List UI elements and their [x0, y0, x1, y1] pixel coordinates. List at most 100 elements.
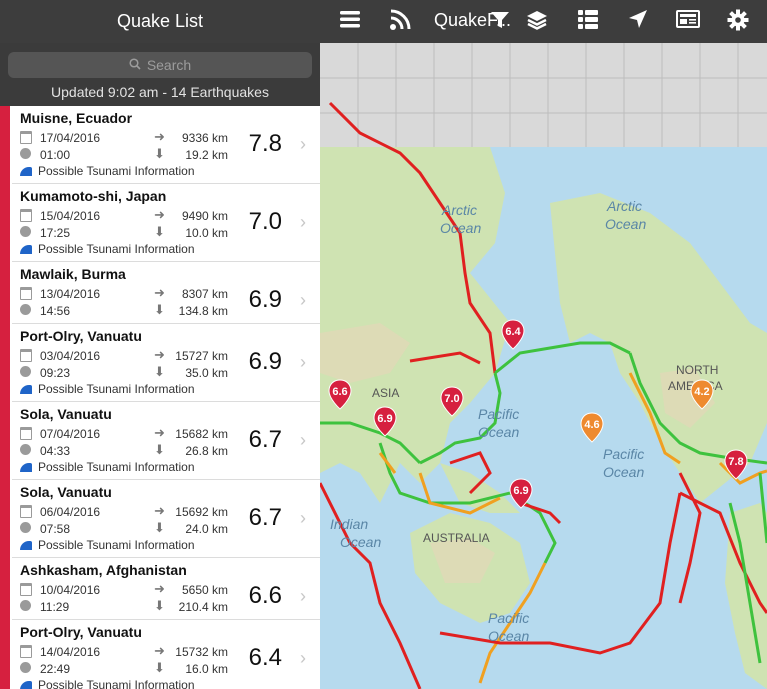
quake-row[interactable]: Mawlaik, Burma 13/04/2016 14:56 ➜ ⬇ 8307… — [12, 262, 320, 324]
quake-row[interactable]: Port-Olry, Vanuatu 03/04/2016 09:23 ➜ ⬇ … — [12, 324, 320, 402]
quake-distance: 9336 km — [181, 131, 228, 145]
panel-title: Quake List — [116, 11, 204, 31]
depth-arrow-icon: ⬇ — [154, 442, 165, 457]
calendar-icon — [20, 209, 32, 222]
distance-arrow-icon: ➜ — [154, 129, 165, 144]
pin-magnitude: 6.4 — [505, 326, 521, 338]
quake-depth: 10.0 km — [185, 226, 228, 240]
updated-status: Updated 9:02 am - 14 Earthquakes — [51, 84, 269, 100]
quake-depth: 19.2 km — [185, 148, 228, 162]
quake-pin[interactable]: 4.6 — [580, 412, 604, 443]
quake-row[interactable]: Muisne, Ecuador 17/04/2016 01:00 ➜ ⬇ 933… — [12, 106, 320, 184]
depth-arrow-icon: ⬇ — [154, 146, 165, 161]
quake-magnitude: 6.6 — [248, 582, 282, 609]
calendar-icon — [20, 349, 32, 362]
map-label-asia: ASIA — [372, 386, 399, 400]
quake-time: 11:29 — [40, 600, 70, 614]
rss-icon[interactable] — [387, 9, 413, 33]
map-label-north: NORTH — [676, 363, 718, 377]
clock-icon — [20, 304, 32, 316]
quake-magnitude: 6.9 — [248, 286, 282, 313]
tsunami-info: Possible Tsunami Information — [20, 678, 195, 689]
quake-time: 04:33 — [40, 444, 71, 458]
map-label-pacific-ocean: Ocean — [488, 628, 529, 644]
chevron-right-icon: › — [300, 508, 306, 528]
quake-time: 14:56 — [40, 304, 71, 318]
filter-icon[interactable] — [487, 9, 513, 33]
pin-magnitude: 7.8 — [728, 456, 743, 468]
depth-arrow-icon: ⬇ — [154, 598, 165, 613]
quake-row[interactable]: Port-Olry, Vanuatu 14/04/2016 22:49 ➜ ⬇ … — [12, 620, 320, 689]
quake-place: Port-Olry, Vanuatu — [20, 624, 142, 640]
tsunami-info: Possible Tsunami Information — [20, 382, 195, 396]
chevron-right-icon: › — [300, 586, 306, 606]
distance-arrow-icon: ➜ — [154, 503, 165, 518]
quake-date: 07/04/2016 — [40, 427, 101, 441]
chevron-right-icon: › — [300, 430, 306, 450]
quake-distance: 5650 km — [181, 583, 228, 597]
map-label-pacific: Pacific — [603, 446, 644, 462]
location-arrow-icon[interactable] — [625, 9, 651, 33]
quake-pin[interactable]: 6.9 — [509, 478, 533, 509]
map-label-arctic: Arctic — [606, 198, 642, 214]
tsunami-icon — [20, 541, 32, 551]
clock-icon — [20, 600, 32, 612]
news-icon[interactable] — [675, 9, 701, 33]
map-label-pacific: Pacific — [478, 406, 519, 422]
map-label-arctic-ocean: Ocean — [605, 216, 646, 232]
quake-place: Ashkasham, Afghanistan — [20, 562, 187, 578]
quake-row[interactable]: Sola, Vanuatu 06/04/2016 07:58 ➜ ⬇ 15692… — [12, 480, 320, 558]
map-label-arctic-ocean: Ocean — [440, 220, 481, 236]
tsunami-label: Possible Tsunami Information — [38, 382, 195, 396]
quake-time: 22:49 — [40, 662, 71, 676]
depth-arrow-icon: ⬇ — [154, 520, 165, 535]
tsunami-icon — [20, 245, 32, 255]
tsunami-icon — [20, 385, 32, 395]
layers-icon[interactable] — [524, 9, 550, 33]
pin-magnitude: 7.0 — [444, 393, 459, 405]
chevron-right-icon: › — [300, 352, 306, 372]
clock-icon — [20, 148, 32, 160]
map-label-indian-ocean: Ocean — [340, 534, 381, 550]
tsunami-icon — [20, 463, 32, 473]
quake-distance: 15692 km — [175, 505, 228, 519]
quake-magnitude: 6.7 — [248, 504, 282, 531]
quake-row[interactable]: Kumamoto-shi, Japan 15/04/2016 17:25 ➜ ⬇… — [12, 184, 320, 262]
quake-place: Sola, Vanuatu — [20, 406, 112, 422]
quake-date: 14/04/2016 — [40, 645, 101, 659]
calendar-icon — [20, 645, 32, 658]
map-label-australia: AUSTRALIA — [423, 531, 490, 545]
depth-arrow-icon: ⬇ — [154, 364, 165, 379]
clock-icon — [20, 662, 32, 674]
menu-icon[interactable] — [337, 9, 363, 33]
clock-icon — [20, 366, 32, 378]
list-icon[interactable] — [575, 9, 601, 33]
tsunami-info: Possible Tsunami Information — [20, 164, 195, 178]
tsunami-info: Possible Tsunami Information — [20, 538, 195, 552]
gear-icon[interactable] — [725, 9, 751, 33]
tsunami-label: Possible Tsunami Information — [38, 164, 195, 178]
quake-date: 15/04/2016 — [40, 209, 101, 223]
tsunami-label: Possible Tsunami Information — [38, 678, 195, 689]
distance-arrow-icon: ➜ — [154, 207, 165, 222]
clock-icon — [20, 226, 32, 238]
quake-pin[interactable]: 6.4 — [501, 319, 525, 350]
quake-date: 06/04/2016 — [40, 505, 101, 519]
map-label-pacific-ocean: Ocean — [603, 464, 644, 480]
quake-row[interactable]: Ashkasham, Afghanistan 10/04/2016 11:29 … — [12, 558, 320, 620]
world-map[interactable]: Arctic Ocean Arctic Ocean ASIA Pacific O… — [320, 43, 767, 689]
chevron-right-icon: › — [300, 290, 306, 310]
quake-depth: 24.0 km — [185, 522, 228, 536]
quake-distance: 8307 km — [181, 287, 228, 301]
quake-magnitude: 7.0 — [248, 208, 282, 235]
quake-time: 09:23 — [40, 366, 71, 380]
calendar-icon — [20, 427, 32, 440]
quake-date: 03/04/2016 — [40, 349, 101, 363]
quake-place: Muisne, Ecuador — [20, 110, 133, 126]
chevron-right-icon: › — [300, 134, 306, 154]
quake-list: Muisne, Ecuador 17/04/2016 01:00 ➜ ⬇ 933… — [0, 106, 320, 689]
quake-depth: 16.0 km — [185, 662, 228, 676]
quake-row[interactable]: Sola, Vanuatu 07/04/2016 04:33 ➜ ⬇ 15682… — [12, 402, 320, 480]
quake-date: 10/04/2016 — [40, 583, 101, 597]
search-field[interactable]: Search — [8, 52, 312, 78]
